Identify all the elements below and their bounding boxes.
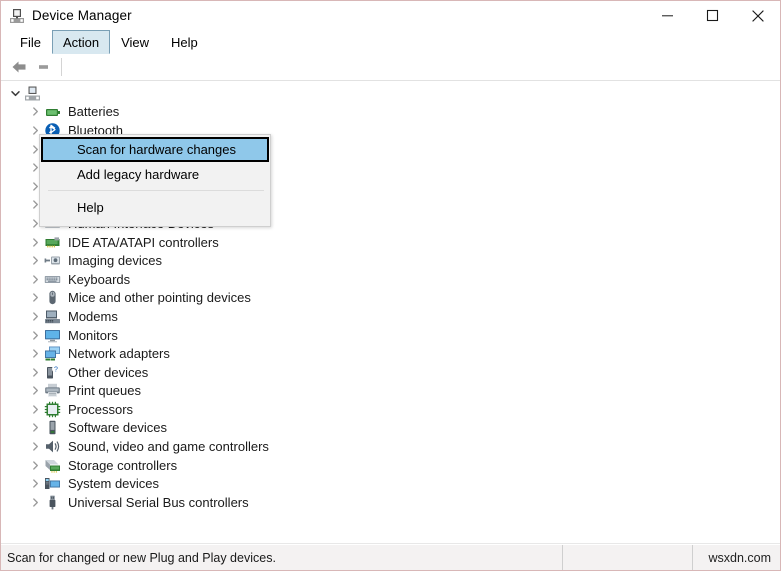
device-tree-pane[interactable]: Batteries Bluetooth IDE ATA/ATAPI contro… <box>1 81 780 544</box>
tree-item-keyboards[interactable]: Keyboards <box>1 270 780 289</box>
tree-item-label: Imaging devices <box>68 253 162 269</box>
chevron-right-icon[interactable] <box>27 364 43 380</box>
svg-text:?: ? <box>54 366 58 373</box>
tree-item-label: System devices <box>68 476 160 492</box>
sound-icon <box>44 438 61 455</box>
chevron-right-icon[interactable] <box>27 104 43 120</box>
chevron-right-icon[interactable] <box>27 346 43 362</box>
toolbar <box>1 54 780 81</box>
minimize-button[interactable] <box>645 1 690 30</box>
back-button[interactable] <box>6 55 32 79</box>
tree-item-label: Storage controllers <box>68 457 178 473</box>
action-menu-dropdown[interactable]: Scan for hardware changes Add legacy har… <box>39 134 271 227</box>
chevron-down-icon[interactable] <box>7 85 23 101</box>
close-button[interactable] <box>735 1 780 30</box>
chevron-right-icon[interactable] <box>27 308 43 324</box>
menu-bar: File Action View Help <box>1 30 780 54</box>
maximize-button[interactable] <box>690 1 735 30</box>
other-device-icon: ? <box>44 364 61 381</box>
tree-item-modems[interactable]: Modems <box>1 307 780 326</box>
tree-item-label: Print queues <box>68 383 141 399</box>
tree-item-batteries[interactable]: Batteries <box>1 103 780 122</box>
modem-icon <box>44 308 61 325</box>
tree-item-label: Mice and other pointing devices <box>68 290 251 306</box>
forward-button[interactable] <box>32 55 58 79</box>
chevron-right-icon[interactable] <box>27 290 43 306</box>
window-controls <box>645 1 780 30</box>
chevron-right-icon[interactable] <box>27 420 43 436</box>
keyboard-icon <box>44 271 61 288</box>
tree-item-label: Monitors <box>68 327 118 343</box>
processor-icon <box>44 401 61 418</box>
tree-item-imaging-devices[interactable]: Imaging devices <box>1 251 780 270</box>
system-device-icon <box>44 475 61 492</box>
tree-item-label: Sound, video and game controllers <box>68 439 269 455</box>
title-bar: Device Manager <box>1 1 780 30</box>
usb-icon <box>44 494 61 511</box>
tree-item-label: Network adapters <box>68 346 170 362</box>
menu-help[interactable]: Help <box>160 30 209 54</box>
imaging-device-icon <box>44 252 61 269</box>
tree-item-sound-video-and-game-controllers[interactable]: Sound, video and game controllers <box>1 437 780 456</box>
chevron-right-icon[interactable] <box>27 457 43 473</box>
tree-item-universal-serial-bus-controllers[interactable]: Universal Serial Bus controllers <box>1 493 780 512</box>
computer-icon <box>24 85 41 102</box>
tree-item-label: IDE ATA/ATAPI controllers <box>68 234 219 250</box>
monitor-icon <box>44 327 61 344</box>
tree-item-print-queues[interactable]: Print queues <box>1 382 780 401</box>
storage-controller-icon <box>44 457 61 474</box>
chevron-right-icon[interactable] <box>27 253 43 269</box>
tree-item-network-adapters[interactable]: Network adapters <box>1 344 780 363</box>
tree-item-storage-controllers[interactable]: Storage controllers <box>1 456 780 475</box>
toolbar-separator <box>61 58 62 76</box>
chevron-right-icon[interactable] <box>27 401 43 417</box>
chevron-right-icon[interactable] <box>27 271 43 287</box>
tree-item-label: Software devices <box>68 420 167 436</box>
printer-icon <box>44 382 61 399</box>
tree-item-software-devices[interactable]: Software devices <box>1 419 780 438</box>
status-bar: Scan for changed or new Plug and Play de… <box>1 544 780 570</box>
tree-item-label: Processors <box>68 401 134 417</box>
device-manager-icon <box>9 8 25 24</box>
menu-item-scan-for-hardware-changes[interactable]: Scan for hardware changes <box>41 137 269 162</box>
watermark: wsxdn.com <box>708 550 771 565</box>
tree-item-monitors[interactable]: Monitors <box>1 326 780 345</box>
tree-item-processors[interactable]: Processors <box>1 400 780 419</box>
menu-file[interactable]: File <box>9 30 52 54</box>
software-device-icon <box>44 419 61 436</box>
menu-separator <box>48 190 264 191</box>
window-title: Device Manager <box>32 8 132 23</box>
tree-item-ide-ata-atapi-controllers[interactable]: IDE ATA/ATAPI controllers <box>1 233 780 252</box>
ide-controller-icon <box>44 234 61 251</box>
menu-action[interactable]: Action <box>51 30 111 54</box>
tree-item-other-devices[interactable]: ? Other devices <box>1 363 780 382</box>
tree-item-label: Batteries <box>68 104 120 120</box>
battery-icon <box>44 103 61 120</box>
mouse-icon <box>44 289 61 306</box>
tree-item-mice-and-other-pointing-devices[interactable]: Mice and other pointing devices <box>1 289 780 308</box>
tree-item-label: Keyboards <box>68 271 131 287</box>
menu-view[interactable]: View <box>110 30 160 54</box>
chevron-right-icon[interactable] <box>27 383 43 399</box>
network-adapter-icon <box>44 345 61 362</box>
tree-item-label: Other devices <box>68 364 149 380</box>
status-message: Scan for changed or new Plug and Play de… <box>1 545 563 570</box>
tree-item-system-devices[interactable]: System devices <box>1 474 780 493</box>
tree-item-label: Universal Serial Bus controllers <box>68 494 249 510</box>
menu-item-help[interactable]: Help <box>40 195 270 219</box>
chevron-right-icon[interactable] <box>27 476 43 492</box>
chevron-right-icon[interactable] <box>27 327 43 343</box>
tree-root-node[interactable] <box>1 84 780 103</box>
tree-item-label: Modems <box>68 308 118 324</box>
menu-item-add-legacy-hardware[interactable]: Add legacy hardware <box>40 162 270 186</box>
status-middle-panel <box>563 545 693 570</box>
menu-bottom-padding <box>40 219 270 224</box>
chevron-right-icon[interactable] <box>27 439 43 455</box>
device-manager-window: Device Manager File Action View Help Bat… <box>0 0 781 571</box>
chevron-right-icon[interactable] <box>27 234 43 250</box>
chevron-right-icon[interactable] <box>27 494 43 510</box>
